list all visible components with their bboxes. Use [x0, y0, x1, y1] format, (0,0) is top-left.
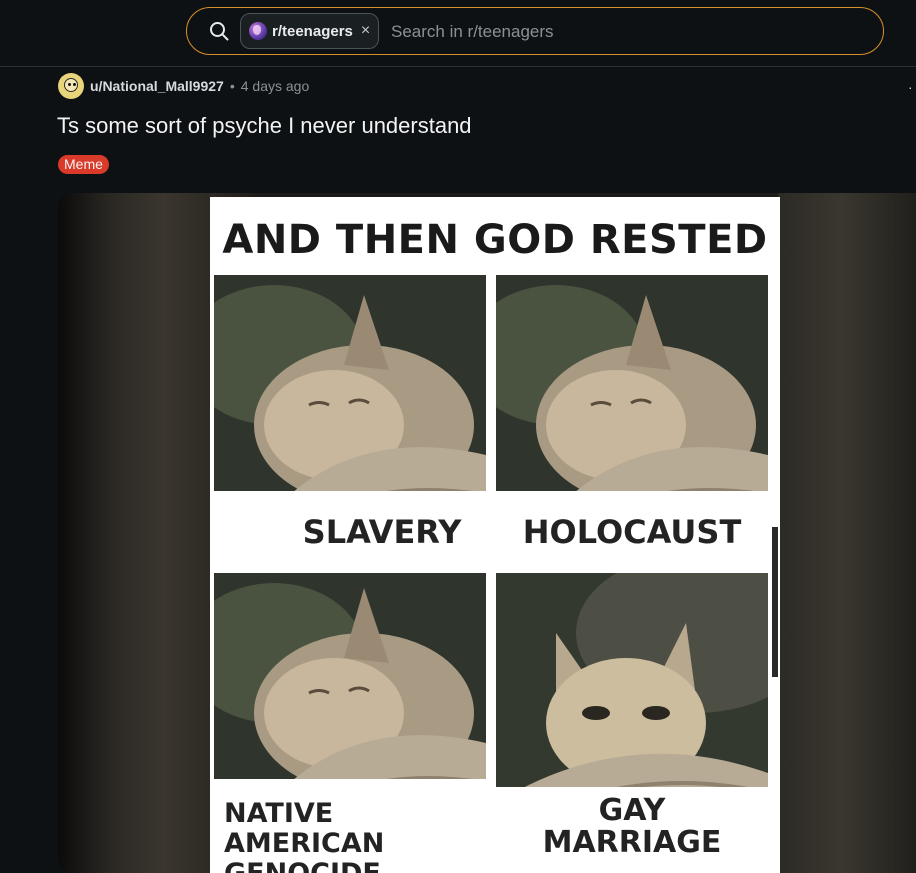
community-chip-label: r/teenagers: [272, 22, 353, 40]
post-image[interactable]: AND THEN GOD RESTED SLAVERY HOLOCAUST NA…: [58, 193, 916, 873]
post-meta: u/National_Mall9927 • 4 days ago: [58, 73, 309, 99]
image-watermark-strip: [772, 527, 778, 677]
search-input[interactable]: Search in r/teenagers: [391, 22, 554, 42]
image-blur-background: [778, 193, 916, 873]
meme-panel-3: NATIVE AMERICAN GENOCIDE: [214, 573, 486, 873]
user-avatar-icon[interactable]: [58, 73, 84, 99]
post-title[interactable]: Ts some sort of psyche I never understan…: [57, 113, 472, 139]
more-options-icon[interactable]: ·: [908, 79, 913, 95]
caption-box-2: HOLOCAUST: [496, 491, 768, 573]
community-avatar-icon: [249, 22, 267, 40]
close-icon[interactable]: ×: [361, 23, 370, 39]
post-author[interactable]: u/National_Mall9927: [90, 78, 224, 94]
search-bar[interactable]: r/teenagers × Search in r/teenagers: [186, 7, 884, 55]
meme-panel-1: SLAVERY: [214, 275, 486, 573]
panel-caption-1: SLAVERY: [302, 513, 462, 551]
caption-box-4: GAY MARRIAGE: [496, 787, 768, 873]
community-filter-chip[interactable]: r/teenagers ×: [240, 13, 380, 49]
meta-separator: •: [229, 78, 235, 94]
meme-panel-4: GAY MARRIAGE: [496, 573, 768, 873]
top-bar: r/teenagers × Search in r/teenagers: [0, 0, 916, 67]
caption-box-1: SLAVERY: [214, 491, 486, 573]
search-icon[interactable]: [209, 21, 229, 41]
caption-box-3: NATIVE AMERICAN GENOCIDE: [214, 779, 486, 873]
meme-image: AND THEN GOD RESTED SLAVERY HOLOCAUST NA…: [210, 197, 780, 873]
meme-heading: AND THEN GOD RESTED: [222, 217, 768, 263]
post-timestamp: 4 days ago: [240, 78, 310, 94]
post-flair[interactable]: Meme: [58, 155, 109, 174]
blank-oval: [232, 503, 302, 547]
meme-panel-2: HOLOCAUST: [496, 275, 768, 573]
panel-caption-3: NATIVE AMERICAN GENOCIDE: [224, 798, 385, 873]
panel-caption-2: HOLOCAUST: [522, 513, 742, 551]
panel-caption-4: GAY MARRIAGE: [542, 793, 722, 860]
